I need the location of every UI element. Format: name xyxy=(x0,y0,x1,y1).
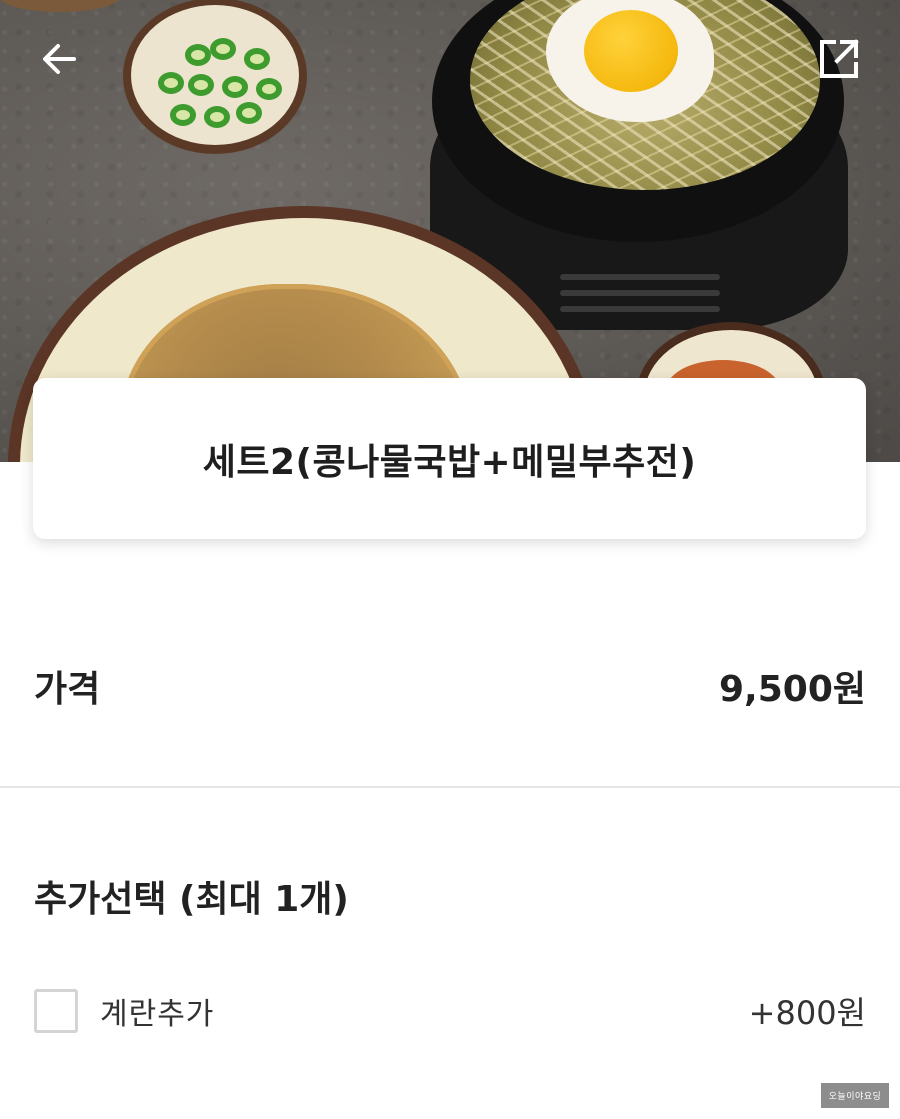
pepper-slice xyxy=(204,106,230,128)
options-section-title: 추가선택 (최대 1개) xyxy=(34,879,349,920)
section-divider xyxy=(0,786,900,788)
price-label: 가격 xyxy=(34,669,101,710)
pepper-slice xyxy=(222,76,248,98)
option-name: 계란추가 xyxy=(100,997,215,1032)
option-egg-row[interactable]: 계란추가 +800원 xyxy=(34,984,866,1038)
pepper-slice xyxy=(170,104,196,126)
option-egg-checkbox[interactable] xyxy=(34,989,78,1033)
pepper-slice xyxy=(185,44,211,66)
pepper-slice xyxy=(256,78,282,100)
option-price: +800원 xyxy=(748,994,866,1032)
pepper-slice xyxy=(188,74,214,96)
menu-title-card: 세트2(콩나물국밥+메밀부추전) xyxy=(33,378,866,539)
pepper-side-dish xyxy=(123,0,307,154)
egg-yolk xyxy=(584,10,678,92)
menu-title: 세트2(콩나물국밥+메밀부추전) xyxy=(202,441,697,483)
price-row: 가격 9,500원 xyxy=(34,654,866,718)
price-value: 9,500원 xyxy=(719,669,866,710)
back-button[interactable] xyxy=(30,29,90,89)
watermark: 오늘이야요딩 xyxy=(821,1083,889,1108)
arrow-left-icon xyxy=(43,44,76,74)
pepper-slice xyxy=(210,38,236,60)
pepper-slice xyxy=(244,48,270,70)
share-button[interactable] xyxy=(809,29,869,89)
pepper-slice xyxy=(236,102,262,124)
pepper-slice xyxy=(158,72,184,94)
external-link-icon xyxy=(820,39,859,78)
option-left: 계란추가 xyxy=(34,989,214,1033)
